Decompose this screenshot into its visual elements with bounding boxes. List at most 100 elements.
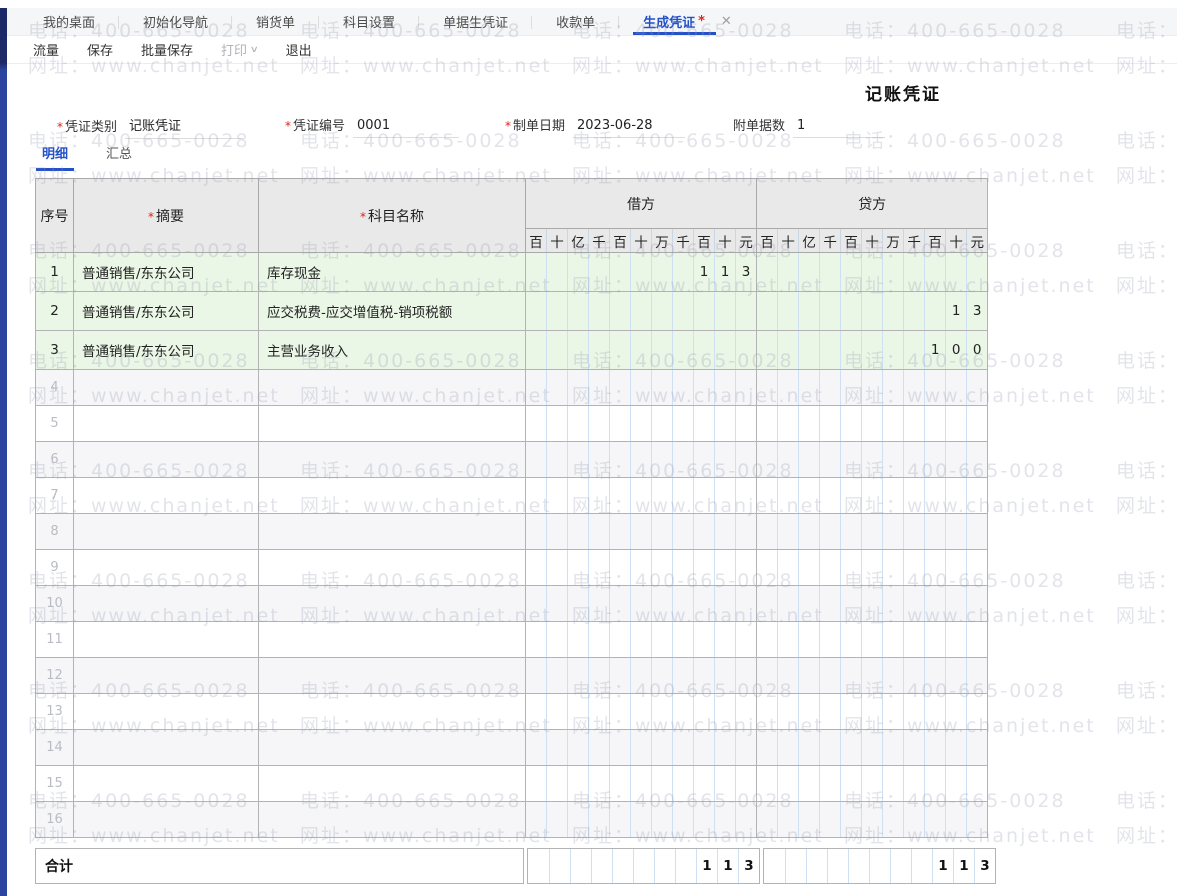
credit-digit-cell[interactable] [967, 253, 988, 292]
debit-digit-cell[interactable] [589, 370, 610, 406]
credit-digit-cell[interactable] [757, 766, 778, 802]
credit-digit-cell[interactable] [778, 622, 799, 658]
credit-digit-cell[interactable] [925, 694, 946, 730]
credit-digit-cell[interactable] [841, 442, 862, 478]
credit-digit-cell[interactable] [946, 514, 967, 550]
debit-digit-cell[interactable] [694, 442, 715, 478]
debit-digit-cell[interactable] [547, 622, 568, 658]
debit-digit-cell[interactable] [589, 442, 610, 478]
account-cell[interactable] [259, 370, 526, 406]
credit-digit-cell[interactable] [967, 622, 988, 658]
summary-cell[interactable] [74, 802, 259, 838]
credit-digit-cell[interactable] [946, 730, 967, 766]
debit-digit-cell[interactable] [610, 658, 631, 694]
credit-digit-cell[interactable] [904, 253, 925, 292]
debit-digit-cell[interactable] [631, 370, 652, 406]
credit-digit-cell[interactable] [925, 292, 946, 331]
credit-digit-cell[interactable] [862, 514, 883, 550]
tab-7[interactable]: 生成凭证*✕ [619, 8, 756, 35]
credit-digit-cell[interactable] [904, 730, 925, 766]
credit-digit-cell[interactable] [862, 658, 883, 694]
credit-digit-cell[interactable] [799, 514, 820, 550]
credit-digit-cell[interactable] [862, 253, 883, 292]
credit-digit-cell[interactable] [904, 694, 925, 730]
debit-digit-cell[interactable] [568, 730, 589, 766]
debit-digit-cell[interactable] [673, 442, 694, 478]
debit-digit-cell[interactable] [694, 370, 715, 406]
credit-digit-cell[interactable] [946, 586, 967, 622]
credit-digit-cell[interactable] [757, 406, 778, 442]
debit-digit-cell[interactable] [736, 478, 757, 514]
debit-digit-cell[interactable] [673, 694, 694, 730]
credit-digit-cell[interactable] [799, 730, 820, 766]
summary-cell[interactable] [74, 586, 259, 622]
debit-digit-cell[interactable] [694, 658, 715, 694]
debit-digit-cell[interactable] [547, 658, 568, 694]
credit-digit-cell[interactable] [799, 694, 820, 730]
debit-digit-cell[interactable]: 1 [694, 253, 715, 292]
debit-digit-cell[interactable] [589, 586, 610, 622]
credit-digit-cell[interactable] [841, 370, 862, 406]
credit-digit-cell[interactable] [904, 766, 925, 802]
debit-digit-cell[interactable] [568, 658, 589, 694]
credit-digit-cell[interactable] [883, 292, 904, 331]
credit-digit-cell[interactable] [946, 658, 967, 694]
debit-digit-cell[interactable] [547, 478, 568, 514]
credit-digit-cell[interactable] [967, 730, 988, 766]
debit-digit-cell[interactable] [547, 514, 568, 550]
credit-digit-cell[interactable] [820, 331, 841, 370]
field-value[interactable]: 1 [793, 118, 885, 138]
account-cell[interactable] [259, 622, 526, 658]
view-tab-1[interactable]: 明细 [38, 143, 72, 171]
credit-digit-cell[interactable] [778, 406, 799, 442]
debit-digit-cell[interactable] [547, 766, 568, 802]
debit-digit-cell[interactable] [652, 442, 673, 478]
debit-digit-cell[interactable] [736, 550, 757, 586]
credit-digit-cell[interactable] [862, 586, 883, 622]
credit-digit-cell[interactable] [841, 658, 862, 694]
credit-digit-cell[interactable] [862, 766, 883, 802]
debit-digit-cell[interactable] [694, 331, 715, 370]
debit-digit-cell[interactable] [589, 292, 610, 331]
debit-digit-cell[interactable] [694, 586, 715, 622]
debit-digit-cell[interactable] [610, 550, 631, 586]
debit-digit-cell[interactable] [568, 622, 589, 658]
toolbar-button-5[interactable]: 退出 [272, 40, 326, 59]
debit-digit-cell[interactable] [631, 292, 652, 331]
debit-digit-cell[interactable] [715, 550, 736, 586]
account-cell[interactable]: 应交税费-应交增值税-销项税额 [259, 292, 526, 331]
debit-digit-cell[interactable] [547, 586, 568, 622]
close-tab-icon[interactable]: ✕ [721, 14, 732, 29]
debit-digit-cell[interactable] [715, 514, 736, 550]
credit-digit-cell[interactable] [799, 622, 820, 658]
account-cell[interactable] [259, 514, 526, 550]
field-value[interactable]: 0001 [353, 118, 459, 138]
debit-digit-cell[interactable] [736, 514, 757, 550]
toolbar-button-1[interactable]: 流量 [19, 40, 73, 59]
credit-digit-cell[interactable] [946, 694, 967, 730]
credit-digit-cell[interactable] [862, 292, 883, 331]
credit-digit-cell[interactable] [946, 370, 967, 406]
debit-digit-cell[interactable] [610, 694, 631, 730]
credit-digit-cell[interactable]: 0 [946, 331, 967, 370]
credit-digit-cell[interactable] [904, 370, 925, 406]
credit-digit-cell[interactable] [904, 586, 925, 622]
credit-digit-cell[interactable] [799, 406, 820, 442]
debit-digit-cell[interactable] [715, 478, 736, 514]
debit-digit-cell[interactable] [568, 478, 589, 514]
debit-digit-cell[interactable] [652, 514, 673, 550]
debit-digit-cell[interactable] [631, 253, 652, 292]
credit-digit-cell[interactable] [883, 622, 904, 658]
credit-digit-cell[interactable] [841, 292, 862, 331]
credit-digit-cell[interactable] [841, 586, 862, 622]
debit-digit-cell[interactable] [547, 406, 568, 442]
debit-digit-cell[interactable] [547, 370, 568, 406]
credit-digit-cell[interactable] [757, 694, 778, 730]
debit-digit-cell[interactable] [694, 694, 715, 730]
credit-digit-cell[interactable] [862, 370, 883, 406]
view-tab-2[interactable]: 汇总 [102, 143, 136, 171]
debit-digit-cell[interactable] [589, 766, 610, 802]
debit-digit-cell[interactable] [526, 802, 547, 838]
credit-digit-cell[interactable] [925, 478, 946, 514]
credit-digit-cell[interactable]: 1 [946, 292, 967, 331]
